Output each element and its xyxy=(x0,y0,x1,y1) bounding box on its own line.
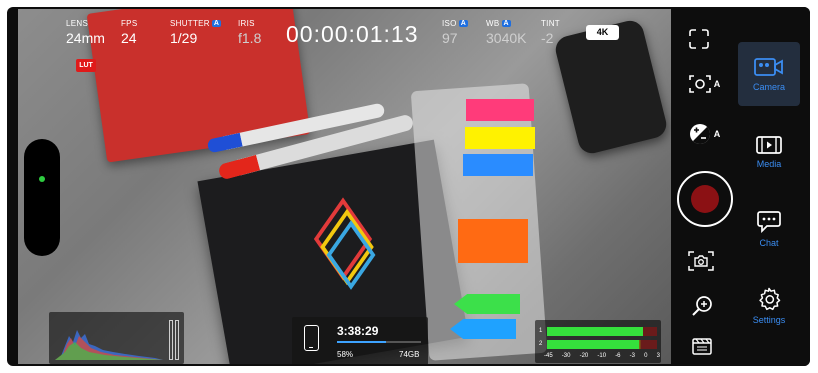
meter-scale-tick: -6 xyxy=(615,353,621,359)
meter-channel-label: 2 xyxy=(539,341,543,347)
scene-tab xyxy=(463,154,533,176)
auto-badge: A xyxy=(501,20,511,27)
storage-progress-fill xyxy=(337,341,386,343)
nav-rail: Camera Media Chat Settings xyxy=(734,7,810,366)
resolution-badge[interactable]: 4K xyxy=(586,25,619,40)
nav-label-media: Media xyxy=(756,159,782,169)
clapperboard-button[interactable] xyxy=(690,335,714,357)
zoom-in-icon xyxy=(692,296,712,316)
hud-iris-label: IRIS xyxy=(238,19,255,28)
meter-scale-tick: 0 xyxy=(644,353,648,359)
hud-wb-label: WB xyxy=(486,19,500,28)
camera-icon xyxy=(754,58,783,76)
meter-scale-tick: -3 xyxy=(629,353,635,359)
hud-lens-value: 24mm xyxy=(66,30,105,46)
autofocus-button[interactable]: A xyxy=(683,71,725,97)
hud-shutter[interactable]: SHUTTER A 1/29 xyxy=(170,19,222,46)
nav-label-settings: Settings xyxy=(752,315,786,325)
hud-fps-value: 24 xyxy=(121,30,137,46)
scene-tab xyxy=(466,99,534,121)
record-button[interactable] xyxy=(677,171,733,227)
auto-badge: A xyxy=(458,20,469,27)
hud-wb-value: 3040K xyxy=(486,30,527,46)
exposure-button[interactable]: A xyxy=(683,121,725,147)
nav-item-camera[interactable]: Camera xyxy=(738,42,800,106)
hud-iris-value: f1.8 xyxy=(238,30,262,46)
hud-tint-label: TINT xyxy=(541,19,560,28)
meter-channel-label: 1 xyxy=(539,328,543,334)
clapperboard-icon xyxy=(692,338,712,355)
storage-indicator[interactable]: 3:38:29 58% 74GB xyxy=(292,317,428,364)
scene-tab xyxy=(465,127,535,149)
meter-scale-tick: 3 xyxy=(656,353,660,359)
storage-progress xyxy=(337,341,421,343)
meter-scale-tick: -45 xyxy=(544,353,553,359)
meter-fill xyxy=(547,340,639,349)
histogram-level-bar xyxy=(175,320,179,360)
phone-storage-icon xyxy=(304,325,319,351)
nav-item-media[interactable]: Media xyxy=(738,120,800,184)
zoom-button[interactable] xyxy=(689,293,715,319)
gear-icon xyxy=(759,287,781,311)
hud-wb[interactable]: WB A 3040K xyxy=(486,19,526,46)
storage-percent: 58% xyxy=(337,350,354,359)
status-dot xyxy=(39,176,45,182)
nav-label-chat: Chat xyxy=(759,238,779,248)
stabilization-icon xyxy=(688,251,714,271)
side-handle[interactable] xyxy=(24,139,60,256)
fullscreen-icon xyxy=(689,29,709,49)
hud-iris[interactable]: IRIS f1.8 xyxy=(238,19,261,46)
hud-tint[interactable]: TINT -2 xyxy=(541,19,560,46)
app-window: LENS 24mm FPS 24 SHUTTER A 1/29 IRIS f1.8… xyxy=(7,7,810,366)
exposure-auto-tag: A xyxy=(713,129,721,139)
timecode: 00:00:01:13 xyxy=(286,21,419,47)
hud-fps[interactable]: FPS 24 xyxy=(121,19,137,46)
audio-meters[interactable]: 1 2 -45 -30 -20 -10 -6 -3 0 3 xyxy=(535,320,661,363)
lut-badge[interactable]: LUT xyxy=(76,59,96,72)
camera-viewfinder[interactable]: LENS 24mm FPS 24 SHUTTER A 1/29 IRIS f1.8… xyxy=(18,9,671,364)
meter-scale-tick: -20 xyxy=(579,353,589,359)
remaining-record-time: 3:38:29 xyxy=(337,324,379,338)
hud-shutter-label: SHUTTER xyxy=(170,19,210,28)
scene-tab xyxy=(458,219,528,263)
chat-icon xyxy=(757,211,781,234)
record-indicator xyxy=(691,185,719,213)
meter-channel-1 xyxy=(547,327,657,336)
nav-item-chat[interactable]: Chat xyxy=(738,197,800,261)
scene-tab xyxy=(450,319,516,339)
hud-iso-label: ISO xyxy=(442,19,457,28)
hud-iso-value: 97 xyxy=(442,30,458,46)
meter-fill xyxy=(547,327,644,336)
meter-scale-tick: -30 xyxy=(561,353,571,359)
meter-scale: -45 -30 -20 -10 -6 -3 0 3 xyxy=(544,353,660,359)
nav-label-camera: Camera xyxy=(752,82,785,92)
film-icon xyxy=(756,136,782,154)
stabilization-button[interactable] xyxy=(686,247,716,275)
nav-item-settings[interactable]: Settings xyxy=(738,274,800,338)
meter-channel-2 xyxy=(547,340,657,349)
auto-badge: A xyxy=(211,20,222,27)
fullscreen-button[interactable] xyxy=(687,27,711,51)
hud-lens-label: LENS xyxy=(66,19,89,28)
histogram-level-bar xyxy=(169,320,173,360)
meter-scale-tick: -10 xyxy=(597,353,607,359)
hud-lens[interactable]: LENS 24mm xyxy=(66,19,105,46)
hud-iso[interactable]: ISO A 97 xyxy=(442,19,469,46)
hud-tint-value: -2 xyxy=(541,30,554,46)
histogram xyxy=(49,312,184,364)
autofocus-auto-tag: A xyxy=(713,79,721,89)
exposure-icon xyxy=(689,124,710,145)
storage-capacity: 74GB xyxy=(399,350,420,359)
histogram-graph xyxy=(55,330,163,360)
hud-fps-label: FPS xyxy=(121,19,138,28)
hud-shutter-value: 1/29 xyxy=(170,30,198,46)
scene-tab xyxy=(454,294,520,314)
autofocus-icon xyxy=(688,75,711,93)
